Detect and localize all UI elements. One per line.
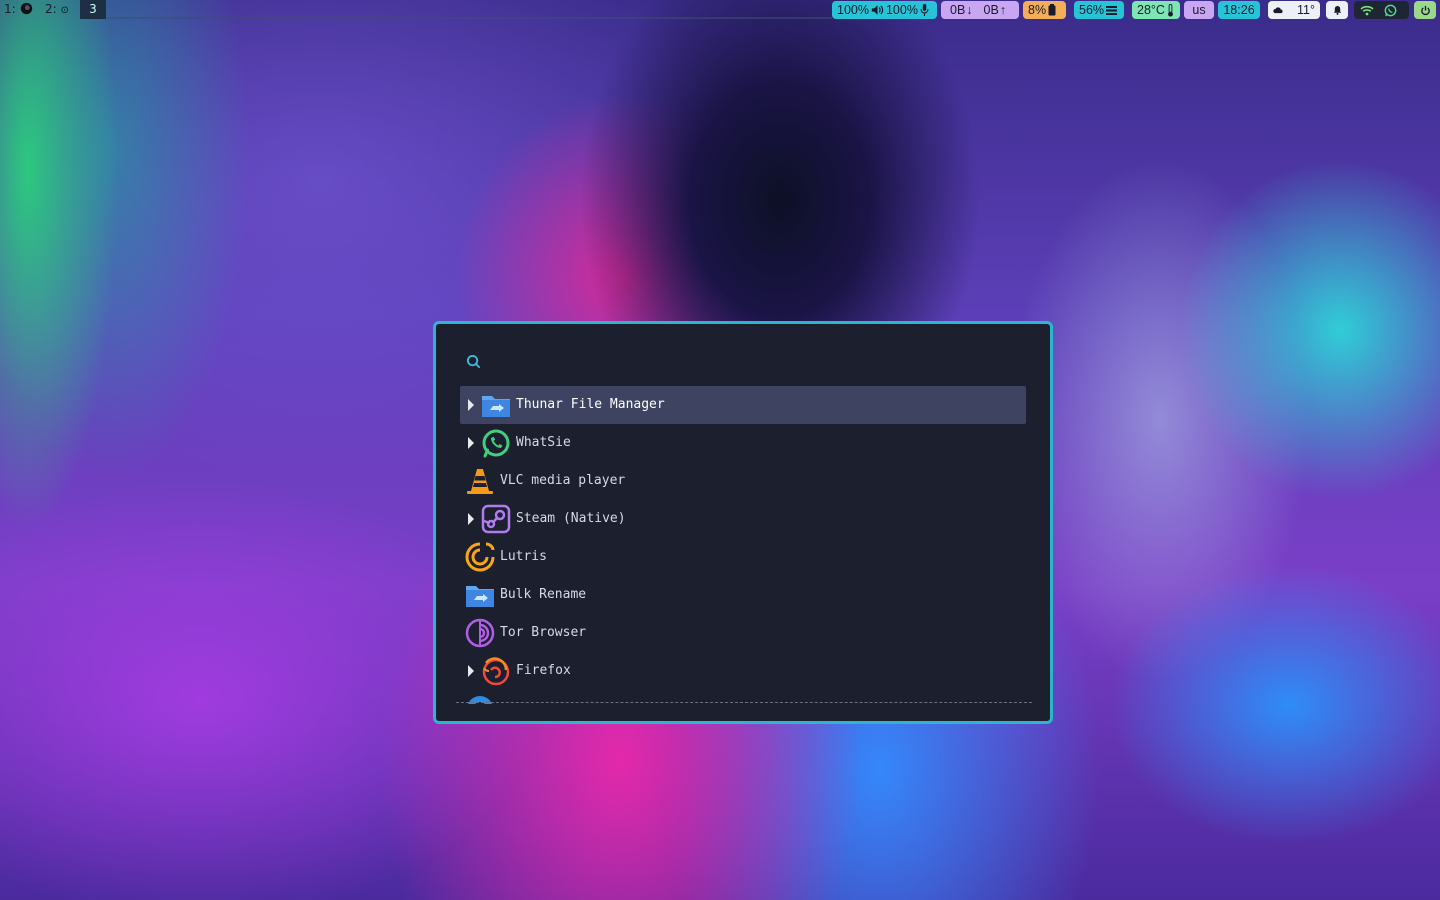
workspace-2-label: 2: bbox=[45, 2, 57, 16]
battery-value: 8% bbox=[1028, 3, 1047, 17]
workspace-1[interactable]: 1: bbox=[4, 0, 33, 19]
steam-icon bbox=[481, 504, 511, 534]
net-down-value: 0B bbox=[950, 3, 966, 17]
system-tray bbox=[1354, 1, 1409, 19]
battery-icon bbox=[1048, 4, 1056, 16]
memory-value: 56% bbox=[1079, 3, 1105, 17]
bulk-rename-folder-icon bbox=[466, 586, 494, 607]
whatsapp-tray-icon[interactable] bbox=[1384, 4, 1397, 17]
arrow-up-icon: ↑ bbox=[999, 3, 1007, 17]
battery-module[interactable]: 8% bbox=[1023, 1, 1066, 19]
list-item-bulk-rename[interactable]: Bulk Rename bbox=[460, 576, 1026, 614]
workspace-3-label: 3 bbox=[89, 2, 97, 16]
power-icon bbox=[1420, 5, 1430, 15]
thermometer-icon bbox=[1168, 3, 1173, 17]
bell-icon bbox=[1333, 5, 1341, 15]
list-end-separator bbox=[456, 702, 1032, 703]
notifications-button[interactable] bbox=[1326, 1, 1348, 19]
terminal-icon: ⊙ bbox=[60, 5, 69, 16]
workspace-1-label: 1: bbox=[4, 2, 16, 16]
folder-icon bbox=[482, 396, 510, 417]
expand-arrow-icon[interactable] bbox=[468, 399, 474, 411]
list-item-tor-browser[interactable]: Tor Browser bbox=[460, 614, 1026, 652]
memory-module[interactable]: 56% bbox=[1074, 1, 1124, 19]
mic-value: 100% bbox=[885, 3, 918, 17]
expand-arrow-icon[interactable] bbox=[468, 513, 474, 525]
memory-bars-icon bbox=[1106, 6, 1118, 15]
list-item-firefox[interactable]: Firefox bbox=[460, 652, 1026, 690]
weather-value: 11° bbox=[1297, 3, 1315, 17]
lutris-icon bbox=[465, 542, 495, 572]
workspace-2[interactable]: 2: ⊙ bbox=[45, 0, 69, 19]
whatsapp-icon bbox=[482, 429, 510, 458]
top-bar: 1: 2: ⊙ 3 100% 100% 0B ↓ 0B ↑ 8% 56% 28°… bbox=[0, 0, 1440, 20]
cloud-icon bbox=[1273, 7, 1283, 14]
network-module[interactable]: 0B ↓ 0B ↑ bbox=[941, 1, 1019, 19]
list-item-label: WhatSie bbox=[516, 435, 571, 450]
weather-module[interactable]: 11° bbox=[1268, 1, 1320, 19]
list-item-label: Tor Browser bbox=[500, 625, 587, 640]
list-item-label: Bulk Rename bbox=[500, 587, 587, 602]
app-launcher: Thunar File Manager WhatSie VLC media pl… bbox=[433, 321, 1053, 724]
list-item-label: Steam (Native) bbox=[516, 511, 626, 526]
expand-arrow-icon[interactable] bbox=[468, 665, 474, 677]
workspace-3-active[interactable]: 3 bbox=[80, 0, 106, 19]
arrow-down-icon: ↓ bbox=[966, 3, 973, 17]
list-item-steam[interactable]: Steam (Native) bbox=[460, 500, 1026, 538]
wifi-icon[interactable] bbox=[1360, 5, 1374, 16]
list-item-lutris[interactable]: Lutris bbox=[460, 538, 1026, 576]
temperature-module[interactable]: 28°C bbox=[1132, 1, 1180, 19]
list-item-vlc[interactable]: VLC media player bbox=[460, 462, 1026, 500]
firefox-icon bbox=[482, 657, 510, 686]
app-list: Thunar File Manager WhatSie VLC media pl… bbox=[436, 324, 1050, 704]
microphone-icon bbox=[920, 4, 929, 16]
list-item-label: Lutris bbox=[500, 549, 547, 564]
workspace-indicator-line bbox=[107, 17, 832, 19]
vlc-cone-icon bbox=[467, 469, 493, 494]
tor-icon bbox=[465, 618, 495, 648]
temperature-value: 28°C bbox=[1137, 3, 1165, 17]
net-up-value: 0B bbox=[983, 3, 999, 17]
list-item-whatsie[interactable]: WhatSie bbox=[460, 424, 1026, 462]
clock-module[interactable]: 18:26 bbox=[1218, 1, 1260, 19]
expand-arrow-icon[interactable] bbox=[468, 437, 474, 449]
power-button[interactable] bbox=[1414, 1, 1436, 19]
clock-value: 18:26 bbox=[1223, 3, 1255, 17]
list-item-label: Thunar File Manager bbox=[516, 397, 665, 412]
list-item-thunar[interactable]: Thunar File Manager bbox=[460, 386, 1026, 424]
volume-value: 100% bbox=[837, 3, 869, 17]
keyboard-layout-value: us bbox=[1192, 3, 1206, 17]
keyboard-layout-module[interactable]: us bbox=[1184, 1, 1214, 19]
audio-module[interactable]: 100% 100% bbox=[832, 1, 937, 19]
firefox-icon bbox=[20, 2, 32, 15]
list-item-label: Firefox bbox=[516, 663, 571, 678]
list-item-label: VLC media player bbox=[500, 473, 626, 488]
speaker-icon bbox=[871, 5, 884, 15]
